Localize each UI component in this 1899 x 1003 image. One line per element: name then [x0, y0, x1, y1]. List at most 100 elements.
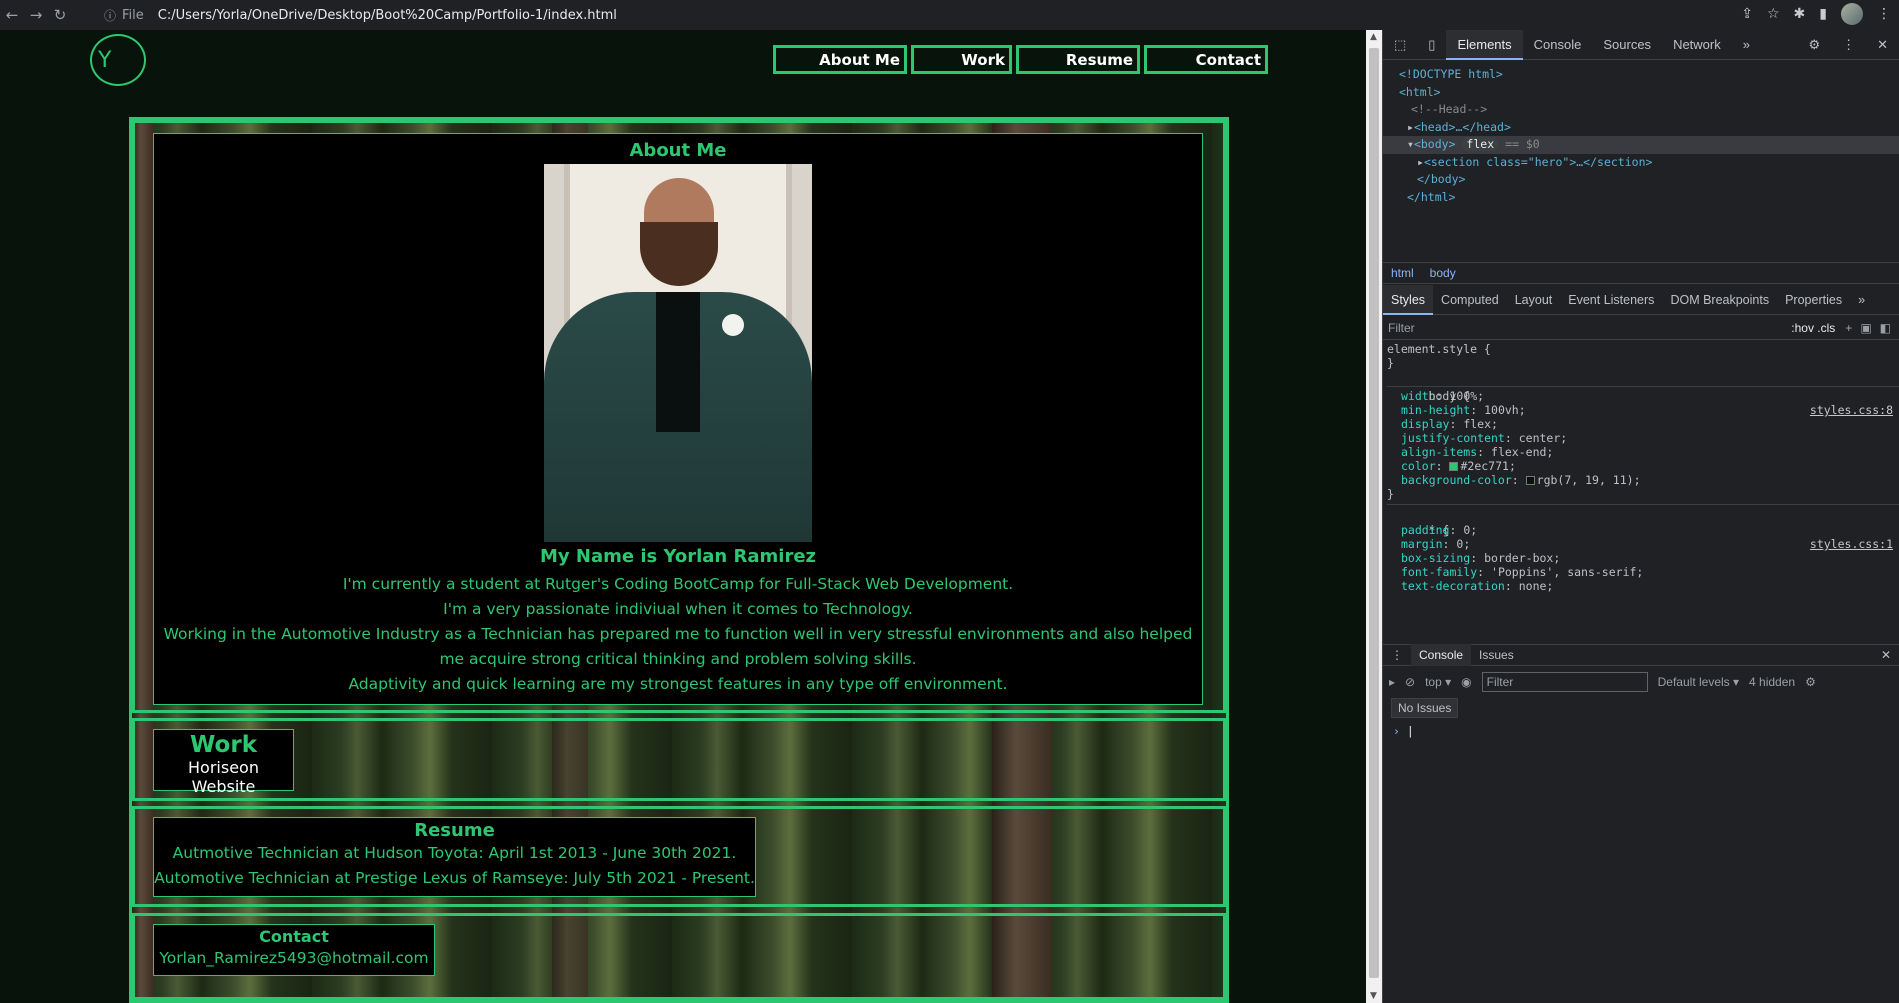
inspect-icon[interactable]: ⬚: [1383, 37, 1417, 53]
console-filter-input[interactable]: Filter: [1481, 672, 1648, 692]
work-panel: Work Horiseon Website: [132, 718, 1226, 801]
css-property: background-color: [1401, 473, 1512, 487]
css-declaration[interactable]: display: flex;: [1387, 417, 1899, 431]
forward-icon[interactable]: →: [24, 3, 48, 27]
tab-network[interactable]: Network: [1662, 37, 1732, 52]
extensions-icon[interactable]: ✱: [1794, 6, 1806, 22]
drawer-tab-issues[interactable]: Issues: [1471, 648, 1522, 662]
tab-styles[interactable]: Styles: [1383, 284, 1434, 315]
css-declaration[interactable]: background-color: rgb(7, 19, 11);: [1387, 473, 1899, 487]
css-declaration[interactable]: font-family: 'Poppins', sans-serif;: [1387, 565, 1899, 579]
drawer-tab-console[interactable]: Console: [1411, 644, 1472, 666]
tab-layout[interactable]: Layout: [1507, 293, 1561, 307]
element-style-rule[interactable]: element.style {: [1387, 342, 1899, 356]
share-icon[interactable]: ⇪: [1741, 6, 1753, 22]
contact-box: Contact Yorlan_Ramirez5493@hotmail.com: [153, 924, 435, 976]
styles-filter-input[interactable]: Filter: [1388, 321, 1791, 335]
hidden-count: 4 hidden: [1749, 675, 1796, 689]
contact-email[interactable]: Yorlan_Ramirez5493@hotmail.com: [154, 946, 434, 971]
tab-sources[interactable]: Sources: [1592, 37, 1662, 52]
css-declaration[interactable]: padding: 0;: [1387, 523, 1899, 537]
info-icon[interactable]: ⓘ: [104, 7, 116, 24]
context-select[interactable]: top ▾: [1425, 675, 1451, 689]
dom-node[interactable]: <!DOCTYPE html>: [1383, 66, 1899, 84]
dom-node[interactable]: <html>: [1383, 84, 1899, 102]
console-sidebar-icon[interactable]: ▸: [1389, 675, 1395, 689]
dom-node[interactable]: </body>: [1383, 171, 1899, 189]
crumb-html[interactable]: html: [1383, 266, 1422, 280]
scroll-up-icon[interactable]: ▲: [1370, 32, 1377, 42]
menu-icon[interactable]: ⋮: [1877, 6, 1891, 22]
stylesheet-link[interactable]: styles.css:8: [1810, 403, 1893, 417]
stylesheet-link[interactable]: styles.css:1: [1810, 537, 1893, 551]
nav-about-me[interactable]: About Me: [773, 45, 907, 74]
devtools-menu-icon[interactable]: ⋮: [1831, 37, 1866, 53]
css-property: font-family: [1401, 565, 1478, 579]
site-nav: About Me Work Resume Contact: [773, 45, 1272, 74]
log-levels-select[interactable]: Default levels ▾: [1658, 675, 1739, 689]
scroll-down-icon[interactable]: ▼: [1370, 991, 1377, 1001]
live-expression-eye-icon[interactable]: ◉: [1461, 675, 1471, 689]
work-item-link[interactable]: Horiseon Website: [154, 758, 293, 796]
more-subtabs-icon[interactable]: »: [1850, 293, 1873, 307]
css-value: #2ec771;: [1460, 459, 1516, 473]
tab-properties[interactable]: Properties: [1777, 293, 1850, 307]
address-bar[interactable]: ⓘ File C:/Users/Yorla/OneDrive/Desktop/B…: [104, 3, 1694, 27]
css-declaration[interactable]: color: #2ec771;: [1387, 459, 1899, 473]
tab-event-listeners[interactable]: Event Listeners: [1560, 293, 1662, 307]
universal-rule: * { styles.css:1: [1428, 523, 1893, 551]
close-icon[interactable]: ✕: [1866, 37, 1899, 53]
color-swatch-icon: [1449, 462, 1459, 471]
scrollbar-thumb[interactable]: [1369, 48, 1379, 978]
tab-computed[interactable]: Computed: [1433, 293, 1507, 307]
url-text[interactable]: C:/Users/Yorla/OneDrive/Desktop/Boot%20C…: [158, 8, 617, 23]
tab-elements[interactable]: Elements: [1446, 29, 1523, 60]
css-declaration[interactable]: justify-content: center;: [1387, 431, 1899, 445]
back-icon[interactable]: ←: [0, 3, 24, 27]
tab-console[interactable]: Console: [1523, 37, 1593, 52]
css-declaration[interactable]: text-decoration: none;: [1387, 579, 1899, 593]
hero-section: About Me My Name is Yorlan Ramirez I'm c…: [129, 117, 1229, 1003]
reload-icon[interactable]: ↻: [48, 3, 72, 27]
settings-gear-icon[interactable]: ⚙: [1797, 37, 1831, 53]
bio-line: me acquire strong critical thinking and …: [439, 650, 917, 668]
dom-node[interactable]: </html>: [1383, 189, 1899, 207]
nav-contact[interactable]: Contact: [1144, 45, 1268, 74]
css-property: justify-content: [1401, 431, 1505, 445]
crumb-body[interactable]: body: [1422, 266, 1464, 280]
css-value: none;: [1518, 579, 1554, 593]
paint-icon[interactable]: ▣: [1860, 321, 1871, 335]
css-property: text-decoration: [1401, 579, 1505, 593]
console-settings-icon[interactable]: ⚙: [1805, 675, 1816, 689]
side-panel-icon[interactable]: ▮: [1819, 6, 1827, 22]
sidebar-toggle-icon[interactable]: ◧: [1880, 321, 1891, 335]
about-box: About Me My Name is Yorlan Ramirez I'm c…: [153, 133, 1203, 705]
css-declaration[interactable]: align-items: flex-end;: [1387, 445, 1899, 459]
tab-dom-breakpoints[interactable]: DOM Breakpoints: [1662, 293, 1777, 307]
dom-node[interactable]: ▸<section class="hero">…</section>: [1383, 154, 1899, 172]
nav-resume[interactable]: Resume: [1016, 45, 1140, 74]
dom-node[interactable]: <!--Head-->: [1383, 101, 1899, 119]
color-swatch-icon: [1525, 476, 1535, 485]
drawer-tabs: ⋮ Console Issues ✕: [1383, 644, 1899, 666]
site-logo[interactable]: Y: [90, 34, 146, 86]
drawer-menu-icon[interactable]: ⋮: [1383, 648, 1411, 662]
resume-panel: Resume Autmotive Technician at Hudson To…: [132, 806, 1226, 907]
css-value: 0;: [1456, 537, 1471, 551]
clear-console-icon[interactable]: ⊘: [1405, 675, 1415, 689]
css-declaration[interactable]: box-sizing: border-box;: [1387, 551, 1899, 565]
device-toolbar-icon[interactable]: ▯: [1417, 37, 1446, 53]
more-tabs-icon[interactable]: »: [1732, 37, 1761, 52]
dom-node-selected[interactable]: ▾<body> flex == $0: [1383, 136, 1899, 154]
hov-cls-toggle[interactable]: :hov .cls: [1791, 321, 1835, 335]
no-issues-badge[interactable]: No Issues: [1391, 698, 1459, 718]
bookmark-star-icon[interactable]: ☆: [1767, 6, 1780, 22]
dom-node[interactable]: ▸<head>…</head>: [1383, 119, 1899, 137]
page-scrollbar[interactable]: ▲ ▼: [1366, 30, 1382, 1003]
drawer-close-icon[interactable]: ✕: [1873, 648, 1899, 662]
profile-avatar[interactable]: [1841, 3, 1863, 25]
console-prompt[interactable]: › |: [1393, 724, 1414, 738]
new-rule-icon[interactable]: +: [1845, 321, 1852, 335]
css-property: color: [1401, 459, 1436, 473]
nav-work[interactable]: Work: [911, 45, 1012, 74]
